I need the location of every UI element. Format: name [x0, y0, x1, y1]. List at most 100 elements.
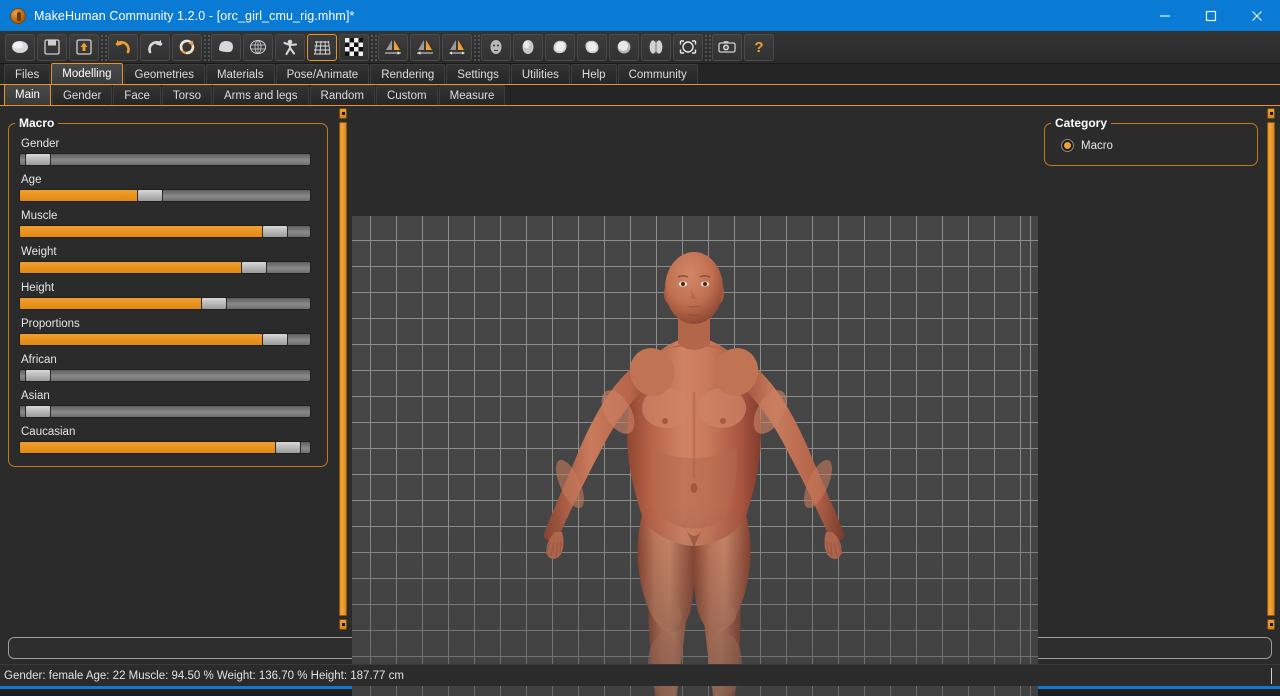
view-right-button[interactable]	[577, 33, 607, 61]
slider-handle-proportions[interactable]	[262, 334, 289, 345]
main-tab-help[interactable]: Help	[570, 64, 617, 84]
splitter-bar[interactable]	[339, 122, 347, 616]
main-tab-materials[interactable]: Materials	[205, 64, 275, 84]
main-tab-geometries[interactable]: Geometries	[123, 64, 205, 84]
category-option-label-macro: Macro	[1081, 139, 1113, 152]
sub-tab-random[interactable]: Random	[309, 85, 375, 105]
slider-handle-height[interactable]	[200, 298, 227, 309]
symmetry-left-button[interactable]	[410, 33, 440, 61]
splitter-bar[interactable]	[1267, 122, 1275, 616]
smooth-button[interactable]	[211, 33, 241, 61]
slider-proportions[interactable]	[19, 333, 311, 346]
new-mesh-button[interactable]	[5, 33, 35, 61]
toolbar-separator	[203, 33, 210, 61]
slider-asian[interactable]	[19, 405, 311, 418]
main-tab-modelling[interactable]: Modelling	[51, 63, 123, 84]
slider-label-caucasian: Caucasian	[21, 426, 76, 438]
view-face-button[interactable]	[481, 33, 511, 61]
view-top-button[interactable]	[513, 33, 543, 61]
slider-label-asian: Asian	[21, 390, 50, 402]
redo-button[interactable]	[140, 33, 170, 61]
splitter-knob-bottom[interactable]	[1267, 619, 1275, 630]
macro-group-title: Macro	[15, 116, 59, 130]
save-button[interactable]	[37, 33, 67, 61]
slider-row-proportions: Proportions	[19, 318, 317, 346]
main-tab-files[interactable]: Files	[4, 64, 51, 84]
main-tab-rendering[interactable]: Rendering	[370, 64, 446, 84]
makehuman-logo-icon	[10, 7, 26, 24]
left-splitter[interactable]	[338, 108, 348, 630]
right-splitter[interactable]	[1266, 108, 1276, 630]
slider-handle-asian[interactable]	[25, 406, 52, 417]
slider-age[interactable]	[19, 189, 311, 202]
help-button[interactable]: ?	[744, 33, 774, 61]
main-tab-utilities[interactable]: Utilities	[510, 64, 570, 84]
slider-row-caucasian: Caucasian	[19, 426, 317, 454]
sub-tab-custom[interactable]: Custom	[375, 85, 438, 105]
svg-text:?: ?	[754, 39, 763, 56]
sub-tab-gender[interactable]: Gender	[51, 85, 113, 105]
title-bar: MakeHuman Community 1.2.0 - [orc_girl_cm…	[0, 0, 1280, 31]
slider-caucasian[interactable]	[19, 441, 311, 454]
main-tab-pose-animate[interactable]: Pose/Animate	[275, 64, 370, 84]
toolbar-separator	[370, 33, 377, 61]
status-caret	[1271, 668, 1272, 684]
close-button[interactable]	[1234, 0, 1280, 31]
category-option-macro[interactable]: Macro	[1055, 138, 1247, 153]
main-tab-settings[interactable]: Settings	[446, 64, 510, 84]
reset-mesh-button[interactable]	[172, 33, 202, 61]
slider-height[interactable]	[19, 297, 311, 310]
slider-fill-height	[20, 298, 214, 309]
window-controls	[1142, 0, 1280, 31]
slider-african[interactable]	[19, 369, 311, 382]
sub-tab-torso[interactable]: Torso	[161, 85, 212, 105]
grab-screen-button[interactable]	[712, 33, 742, 61]
slider-handle-age[interactable]	[137, 190, 164, 201]
symmetry-both-button[interactable]	[442, 33, 472, 61]
reset-camera-button[interactable]	[673, 33, 703, 61]
grid-button[interactable]	[307, 33, 337, 61]
slider-fill-age	[20, 190, 151, 201]
splitter-knob-top[interactable]	[1267, 108, 1275, 119]
slider-handle-weight[interactable]	[240, 262, 267, 273]
toolbar-separator	[100, 33, 107, 61]
slider-handle-african[interactable]	[25, 370, 52, 381]
sub-tab-arms-and-legs[interactable]: Arms and legs	[213, 85, 309, 105]
slider-handle-gender[interactable]	[25, 154, 52, 165]
toolbar-separator	[473, 33, 480, 61]
sub-tab-main[interactable]: Main	[4, 84, 51, 105]
main-body: Macro Gender Age Muscle Weight Height Proport…	[0, 106, 1280, 696]
sub-tab-measure[interactable]: Measure	[438, 85, 506, 105]
human-model[interactable]	[352, 216, 1038, 696]
splitter-knob-bottom[interactable]	[339, 619, 347, 630]
radio-icon-macro[interactable]	[1061, 139, 1074, 152]
maximize-button[interactable]	[1188, 0, 1234, 31]
pose-button[interactable]	[275, 33, 305, 61]
view-front-button[interactable]	[609, 33, 639, 61]
main-tab-community[interactable]: Community	[617, 64, 698, 84]
slider-handle-caucasian[interactable]	[275, 442, 302, 453]
view-left-button[interactable]	[545, 33, 575, 61]
background-button[interactable]	[339, 33, 369, 61]
load-button[interactable]	[69, 33, 99, 61]
symmetry-right-button[interactable]	[378, 33, 408, 61]
sub-tab-face[interactable]: Face	[113, 85, 161, 105]
splitter-knob-top[interactable]	[339, 108, 347, 119]
minimize-button[interactable]	[1142, 0, 1188, 31]
wireframe-button[interactable]	[243, 33, 273, 61]
category-group: Category Macro	[1044, 116, 1258, 166]
status-bar: Gender: female Age: 22 Muscle: 94.50 % W…	[0, 664, 1280, 686]
slider-weight[interactable]	[19, 261, 311, 274]
view-side-split-button[interactable]	[641, 33, 671, 61]
slider-handle-muscle[interactable]	[262, 226, 289, 237]
slider-gender[interactable]	[19, 153, 311, 166]
slider-muscle[interactable]	[19, 225, 311, 238]
category-group-title: Category	[1051, 116, 1112, 130]
model-viewport[interactable]	[352, 216, 1038, 696]
slider-label-african: African	[21, 354, 57, 366]
slider-fill-proportions	[20, 334, 276, 345]
undo-button[interactable]	[108, 33, 138, 61]
slider-fill-caucasian	[20, 442, 289, 453]
slider-fill-muscle	[20, 226, 276, 237]
right-category-panel: Category Macro	[1040, 106, 1266, 632]
